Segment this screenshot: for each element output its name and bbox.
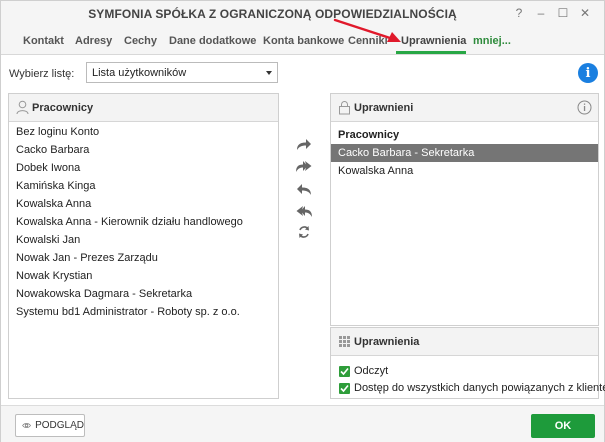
list-item[interactable]: Systemu bd1 Administrator - Roboty sp. z… xyxy=(9,303,278,321)
permissions-panel: Uprawnienia Odczyt Dostęp do wszystkich … xyxy=(330,327,605,399)
permission-label: Dostęp do wszystkich danych powiązanych … xyxy=(354,382,605,394)
add-all-button[interactable] xyxy=(295,158,313,174)
dialog-window: SYMFONIA SPÓŁKA Z OGRANICZONĄ ODPOWIEDZI… xyxy=(0,0,605,442)
grid-icon xyxy=(339,336,350,347)
permission-checkbox[interactable] xyxy=(339,382,350,394)
close-icon[interactable]: ✕ xyxy=(574,4,596,22)
list-item[interactable]: Bez loginu Konto xyxy=(9,123,278,141)
list-item[interactable]: Kamińska Kinga xyxy=(9,177,278,195)
list-item[interactable]: Kowalska Anna xyxy=(331,162,598,180)
double-arrow-right-icon xyxy=(296,160,312,172)
permission-checkbox[interactable] xyxy=(339,365,350,377)
check-icon xyxy=(340,384,349,392)
list-item[interactable]: Kowalski Jan xyxy=(9,231,278,249)
minimize-icon[interactable]: – xyxy=(530,4,552,22)
authorized-group-header: Pracownicy xyxy=(338,129,400,141)
tab-adresy[interactable]: Adresy xyxy=(75,35,112,47)
permission-item: Dostęp do wszystkich danych powiązanych … xyxy=(339,380,605,396)
maximize-icon[interactable]: ☐ xyxy=(552,4,574,22)
list-item[interactable]: Nowakowska Dagmara - Sekretarka xyxy=(9,285,278,303)
list-selector-value: Lista użytkowników xyxy=(92,67,187,79)
list-item[interactable]: Nowak Krystian xyxy=(9,267,278,285)
remove-selected-button[interactable] xyxy=(295,181,313,197)
tab-bar: Kontakt Adresy Cechy Dane dodatkowe Kont… xyxy=(1,27,604,55)
list-item[interactable]: Nowak Jan - Prezes Zarządu xyxy=(9,249,278,267)
eye-icon xyxy=(22,423,31,428)
authorized-panel-title: Uprawnieni xyxy=(354,102,414,114)
permissions-list: Odczyt Dostęp do wszystkich danych powią… xyxy=(339,363,605,397)
list-item[interactable]: Dobek Iwona xyxy=(9,159,278,177)
title-bar: SYMFONIA SPÓŁKA Z OGRANICZONĄ ODPOWIEDZI… xyxy=(1,1,604,27)
list-item[interactable]: Kowalska Anna xyxy=(9,195,278,213)
preview-button[interactable]: PODGLĄD xyxy=(15,414,85,437)
tab-kontakt[interactable]: Kontakt xyxy=(23,35,64,47)
arrow-left-icon xyxy=(297,183,311,195)
authorized-panel-header: Uprawnieni xyxy=(331,94,598,122)
employees-list: Bez loginu Konto Cacko Barbara Dobek Iwo… xyxy=(9,123,278,321)
refresh-button[interactable] xyxy=(295,224,313,240)
tab-uprawnienia[interactable]: Uprawnienia xyxy=(401,35,466,47)
tab-cechy[interactable]: Cechy xyxy=(124,35,157,47)
employees-panel-header: Pracownicy xyxy=(9,94,278,122)
remove-all-button[interactable] xyxy=(295,203,313,219)
help-icon[interactable]: ? xyxy=(508,4,530,22)
info-outline-icon[interactable] xyxy=(577,100,592,115)
permissions-panel-title: Uprawnienia xyxy=(354,336,420,348)
info-icon[interactable]: i xyxy=(578,63,598,83)
employees-panel-title: Pracownicy xyxy=(32,102,94,114)
list-selector-dropdown[interactable]: Lista użytkowników xyxy=(86,62,278,83)
list-item[interactable]: Cacko Barbara - Sekretarka xyxy=(331,144,598,162)
person-icon xyxy=(16,100,29,115)
list-selector-label: Wybierz listę: xyxy=(9,68,75,80)
double-arrow-left-icon xyxy=(296,205,312,217)
authorized-list: Pracownicy Cacko Barbara - Sekretarka Ko… xyxy=(331,126,598,180)
window-controls: ? – ☐ ✕ xyxy=(508,4,596,22)
tab-dane-dodatkowe[interactable]: Dane dodatkowe xyxy=(169,35,256,47)
lock-icon xyxy=(339,101,350,115)
permissions-panel-header: Uprawnienia xyxy=(331,328,598,356)
arrow-right-icon xyxy=(297,138,311,150)
active-tab-indicator xyxy=(396,51,466,54)
tab-more-toggle[interactable]: mniej... xyxy=(473,35,511,47)
ok-button[interactable]: OK xyxy=(531,414,595,438)
list-item[interactable]: Cacko Barbara xyxy=(9,141,278,159)
permission-label: Odczyt xyxy=(354,365,389,377)
employees-panel: Pracownicy Bez loginu Konto Cacko Barbar… xyxy=(8,93,279,399)
tab-konta-bankowe[interactable]: Konta bankowe xyxy=(263,35,344,47)
preview-button-label: PODGLĄD xyxy=(35,420,84,431)
list-item[interactable]: Kowalska Anna - Kierownik działu handlow… xyxy=(9,213,278,231)
authorized-panel: Uprawnieni Pracownicy Cacko Barbara - Se… xyxy=(330,93,599,326)
chevron-down-icon xyxy=(266,71,272,75)
refresh-icon xyxy=(299,226,309,238)
tab-cenniki[interactable]: Cenniki xyxy=(348,35,388,47)
add-selected-button[interactable] xyxy=(295,136,313,152)
permission-item: Odczyt xyxy=(339,363,594,379)
dialog-footer: PODGLĄD OK xyxy=(1,405,604,442)
check-icon xyxy=(340,367,349,375)
